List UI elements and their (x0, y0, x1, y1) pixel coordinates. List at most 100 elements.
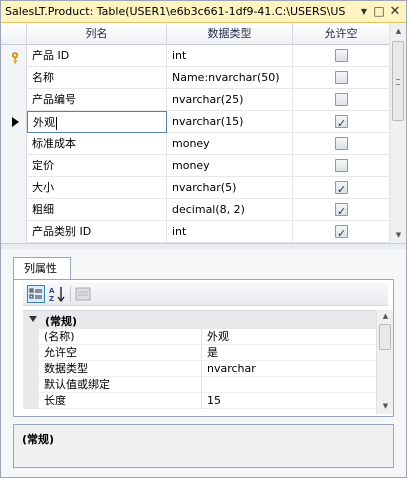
allow-nulls-checkbox[interactable] (335, 201, 348, 221)
property-row[interactable]: (名称) 外观 (23, 329, 376, 345)
property-value[interactable]: 15 (202, 393, 376, 409)
property-value[interactable]: 外观 (202, 329, 376, 345)
grid-vertical-scrollbar[interactable]: ▲ ▼ (389, 23, 406, 243)
allow-nulls-cell (293, 89, 389, 111)
toolbar-separator (70, 286, 71, 302)
scroll-down-icon[interactable]: ▼ (377, 400, 394, 413)
allow-nulls-checkbox[interactable] (335, 49, 348, 62)
column-name-cell[interactable]: 产品编号 (27, 89, 167, 111)
window-dropdown-icon[interactable]: ▼ (357, 4, 371, 19)
sort-alphabetical-icon[interactable]: A Z (48, 285, 66, 303)
property-row[interactable]: 长度 15 (23, 393, 376, 409)
data-type-cell[interactable]: int (167, 45, 293, 67)
row-selector[interactable] (1, 89, 27, 111)
table-row[interactable]: 标准成本 money (1, 133, 389, 155)
row-selector[interactable] (1, 111, 27, 133)
table-row[interactable]: 粗细 decimal(8, 2) (1, 199, 389, 221)
allow-nulls-cell (293, 67, 389, 89)
column-name-cell[interactable]: 粗细 (27, 199, 167, 221)
row-selector[interactable] (1, 67, 27, 89)
allow-nulls-checkbox[interactable] (335, 159, 348, 172)
column-name-header[interactable]: 列名 (27, 23, 167, 45)
window-title: SalesLT.Product: Table(USER1\e6b3c661-1d… (5, 5, 345, 18)
data-type-cell[interactable]: money (167, 155, 293, 177)
property-pages-icon (74, 285, 92, 303)
grid-header: 列名 数据类型 允许空 (1, 23, 389, 45)
column-name-text: 外观 (33, 116, 55, 129)
property-description-pane: (常规) (13, 424, 394, 468)
scroll-up-icon[interactable]: ▲ (390, 23, 407, 39)
svg-text:A: A (49, 287, 55, 295)
data-type-cell[interactable]: int (167, 221, 293, 243)
table-designer-window: SalesLT.Product: Table(USER1\e6b3c661-1d… (0, 0, 407, 478)
property-row[interactable]: 默认值或绑定 (23, 377, 376, 393)
table-row[interactable]: 产品编号 nvarchar(25) (1, 89, 389, 111)
row-selector[interactable] (1, 155, 27, 177)
property-row[interactable]: 允许空是 (23, 345, 376, 361)
allow-nulls-checkbox[interactable] (335, 93, 348, 106)
categorized-icon[interactable] (27, 285, 45, 303)
row-selector-header (1, 23, 27, 45)
data-type-cell[interactable]: money (167, 133, 293, 155)
column-name-cell[interactable]: 名称 (27, 67, 167, 89)
table-row[interactable]: 产品类别 ID int (1, 221, 389, 243)
data-type-cell[interactable]: decimal(8, 2) (167, 199, 293, 221)
property-row-margin (23, 377, 39, 393)
svg-text:Z: Z (49, 295, 54, 303)
property-name: 允许空 (39, 345, 202, 361)
property-category-general[interactable]: (常规) (23, 311, 376, 329)
property-row[interactable]: 数据类型 nvarchar (23, 361, 376, 377)
data-type-cell[interactable]: nvarchar(5) (167, 177, 293, 199)
data-type-cell[interactable]: Name:nvarchar(50) (167, 67, 293, 89)
window-maximize-icon[interactable]: □ (372, 4, 386, 19)
property-value[interactable] (202, 377, 376, 393)
property-grid-scrollbar[interactable]: ▲ ▼ (376, 310, 393, 414)
close-icon[interactable]: ✕ (388, 4, 402, 19)
data-type-cell[interactable]: nvarchar(15) (167, 111, 293, 133)
column-name-text: 大小 (32, 181, 54, 194)
column-name-cell[interactable]: 外观 (27, 111, 167, 133)
table-row[interactable]: 外观 nvarchar(15) (1, 111, 389, 133)
collapse-arrow-icon[interactable] (29, 316, 37, 322)
table-row[interactable]: 大小 nvarchar(5) (1, 177, 389, 199)
scrollbar-thumb[interactable] (392, 41, 404, 121)
property-row-margin (23, 345, 39, 361)
row-selector[interactable] (1, 45, 27, 67)
scrollbar-thumb[interactable] (379, 324, 391, 350)
column-name-cell[interactable]: 标准成本 (27, 133, 167, 155)
data-type-header[interactable]: 数据类型 (167, 23, 293, 45)
data-type-cell[interactable]: nvarchar(25) (167, 89, 293, 111)
arrow-right-icon (12, 117, 19, 127)
tab-column-properties[interactable]: 列属性 (13, 257, 71, 280)
allow-nulls-checkbox[interactable] (335, 223, 348, 243)
property-name: (名称) (39, 329, 202, 345)
row-selector[interactable] (1, 221, 27, 243)
description-title: (常规) (22, 433, 55, 446)
property-name: 长度 (39, 393, 202, 409)
table-row[interactable]: 名称 Name:nvarchar(50) (1, 67, 389, 89)
allow-nulls-checkbox[interactable] (335, 113, 348, 133)
table-row[interactable]: 产品 ID int (1, 45, 389, 67)
row-selector[interactable] (1, 133, 27, 155)
key-icon (11, 50, 19, 64)
row-selector[interactable] (1, 199, 27, 221)
allow-nulls-cell (293, 221, 389, 243)
property-value[interactable]: 是 (202, 345, 376, 361)
scroll-up-icon[interactable]: ▲ (377, 310, 394, 323)
property-value[interactable]: nvarchar (202, 361, 376, 377)
title-bar[interactable]: SalesLT.Product: Table(USER1\e6b3c661-1d… (1, 1, 406, 23)
scroll-down-icon[interactable]: ▼ (390, 227, 407, 243)
column-name-text: 粗细 (32, 203, 54, 216)
column-name-cell[interactable]: 产品 ID (27, 45, 167, 67)
column-name-cell[interactable]: 定价 (27, 155, 167, 177)
column-name-cell[interactable]: 大小 (27, 177, 167, 199)
column-name-cell[interactable]: 产品类别 ID (27, 221, 167, 243)
allow-nulls-cell (293, 45, 389, 67)
row-selector[interactable] (1, 177, 27, 199)
allow-nulls-checkbox[interactable] (335, 179, 348, 199)
table-row[interactable]: 定价 money (1, 155, 389, 177)
allow-nulls-checkbox[interactable] (335, 71, 348, 84)
allow-nulls-checkbox[interactable] (335, 137, 348, 150)
allow-nulls-cell (293, 177, 389, 199)
allow-nulls-header[interactable]: 允许空 (293, 23, 389, 45)
